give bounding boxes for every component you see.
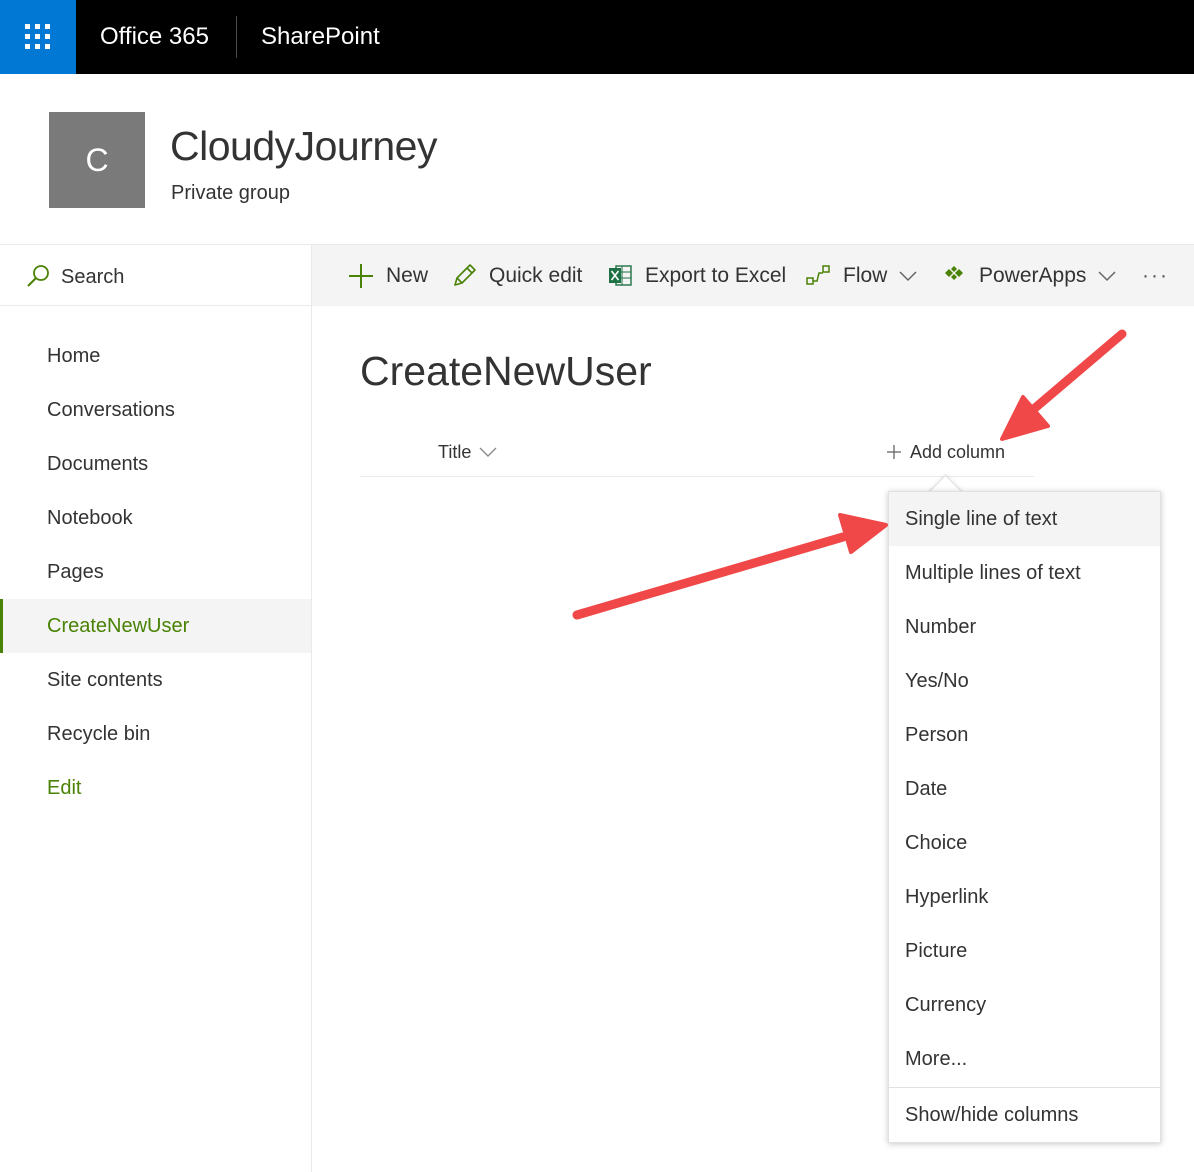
nav-item-createnewuser[interactable]: CreateNewUser [0,599,311,653]
column-header-title-label: Title [438,442,472,462]
annotation-arrow-add-column [1000,329,1127,441]
column-header-divider [360,476,1034,477]
menu-item-choice[interactable]: Choice [889,816,1160,870]
flow-icon [806,265,830,285]
menu-item-currency[interactable]: Currency [889,978,1160,1032]
nav-divider [311,245,312,1172]
menu-item-picture[interactable]: Picture [889,924,1160,978]
quick-edit-button[interactable]: Quick edit [452,245,582,306]
menu-item-hyperlink[interactable]: Hyperlink [889,870,1160,924]
menu-item-show-hide-columns[interactable]: Show/hide columns [889,1088,1160,1142]
annotation-arrow-single-line [572,513,888,620]
office-365-link[interactable]: Office 365 [100,22,209,52]
site-privacy-label: Private group [171,182,290,204]
menu-item-more[interactable]: More... [889,1032,1160,1086]
excel-icon [609,265,632,286]
plus-icon [887,445,901,459]
export-to-excel-label: Export to Excel [645,263,787,287]
menu-item-single-line-of-text[interactable]: Single line of text [889,492,1160,546]
list-title: CreateNewUser [360,348,652,394]
nav-item-notebook[interactable]: Notebook [0,491,311,545]
suite-divider [236,16,237,58]
add-column-menu: Single line of text Multiple lines of te… [888,491,1161,1143]
sharepoint-link[interactable]: SharePoint [261,22,380,52]
chevron-down-icon [1098,270,1116,281]
ellipsis-icon: ··· [1142,263,1169,287]
new-button-label: New [386,263,429,287]
search-box[interactable]: Search [0,245,311,306]
nav-item-site-contents[interactable]: Site contents [0,653,311,707]
menu-item-date[interactable]: Date [889,762,1160,816]
flow-button[interactable]: Flow [806,245,917,306]
menu-item-multiple-lines-of-text[interactable]: Multiple lines of text [889,546,1160,600]
chevron-down-icon [479,447,497,457]
powerapps-label: PowerApps [979,263,1087,287]
more-commands-button[interactable]: ··· [1142,245,1169,306]
site-logo[interactable]: C [49,112,145,208]
nav-item-documents[interactable]: Documents [0,437,311,491]
quick-edit-label: Quick edit [489,263,583,287]
left-nav: Home Conversations Documents Notebook Pa… [0,329,311,815]
suite-bar: Office 365 SharePoint [0,0,1194,74]
nav-item-conversations[interactable]: Conversations [0,383,311,437]
powerapps-button[interactable]: PowerApps [942,245,1116,306]
chevron-down-icon [899,270,917,281]
nav-item-home[interactable]: Home [0,329,311,383]
nav-item-recycle-bin[interactable]: Recycle bin [0,707,311,761]
site-title[interactable]: CloudyJourney [170,120,438,172]
plus-icon [349,263,373,288]
powerapps-icon [945,266,963,280]
export-to-excel-button[interactable]: Export to Excel [608,245,786,306]
command-bar: New Quick edit Export to Excel Flow Powe… [312,245,1194,306]
column-header-title[interactable]: Title [438,440,497,464]
search-icon [27,265,49,287]
nav-item-pages[interactable]: Pages [0,545,311,599]
site-logo-letter: C [85,141,109,178]
search-label: Search [61,266,125,288]
add-column-label: Add column [910,442,1006,462]
menu-item-yes-no[interactable]: Yes/No [889,654,1160,708]
menu-item-number[interactable]: Number [889,600,1160,654]
new-button[interactable]: New [348,245,428,306]
add-column-button[interactable]: Add column [886,440,1005,464]
flow-label: Flow [843,263,888,287]
pencil-icon [454,264,476,286]
waffle-icon [25,24,50,49]
menu-item-person[interactable]: Person [889,708,1160,762]
nav-edit-link[interactable]: Edit [0,761,311,815]
app-launcher-button[interactable] [0,0,76,74]
